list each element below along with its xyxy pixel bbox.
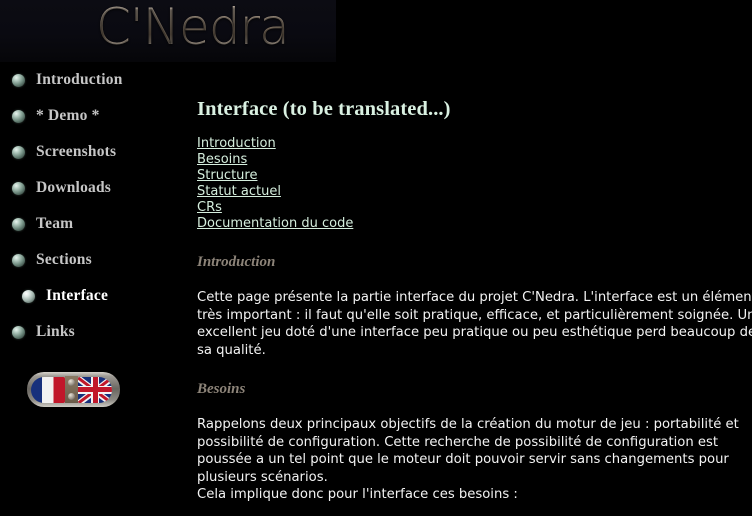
table-of-contents: Introduction Besoins Structure Statut ac… — [197, 136, 752, 232]
language-switcher — [27, 372, 120, 407]
page-title: Interface (to be translated...) — [197, 98, 451, 120]
sidebar-item-label: Sections — [36, 251, 92, 268]
sidebar-item-label: Team — [36, 215, 74, 232]
sidebar-item-label: Downloads — [36, 179, 112, 196]
sidebar-item-links[interactable]: Links — [0, 314, 188, 350]
orb-bullet-icon — [22, 289, 35, 303]
sidebar-item-label: * Demo * — [36, 107, 100, 124]
orb-bullet-icon — [12, 217, 25, 231]
sidebar-item-label: Interface — [46, 287, 109, 304]
rivet-icon — [68, 379, 75, 387]
flag-france-icon[interactable] — [31, 376, 65, 403]
sidebar-item-downloads[interactable]: Downloads — [0, 170, 188, 206]
sidebar-item-label: Introduction — [36, 71, 123, 88]
toc-link-crs[interactable]: CRs — [197, 200, 752, 216]
section-paragraph: Cette page présente la partie interface … — [197, 290, 752, 358]
orb-bullet-icon — [12, 109, 25, 123]
orb-bullet-icon — [12, 145, 25, 159]
toc-link-statut-actuel[interactable]: Statut actuel — [197, 184, 752, 200]
orb-bullet-icon — [12, 73, 25, 87]
sidebar-item-team[interactable]: Team — [0, 206, 188, 242]
sidebar-navigation: Introduction * Demo * Screenshots Downlo… — [0, 62, 188, 516]
sidebar-item-interface[interactable]: Interface — [0, 278, 188, 314]
sidebar-item-label: Screenshots — [36, 143, 117, 160]
section-heading-introduction: Introduction — [197, 254, 276, 270]
sidebar-item-screenshots[interactable]: Screenshots — [0, 134, 188, 170]
orb-bullet-icon — [12, 325, 25, 339]
flag-united-kingdom-icon[interactable] — [78, 376, 112, 403]
toc-link-documentation-du-code[interactable]: Documentation du code — [197, 216, 752, 232]
orb-bullet-icon — [12, 181, 25, 195]
section-paragraph: Cela implique donc pour l'interface ces … — [197, 487, 518, 502]
sidebar-item-label: Links — [36, 323, 75, 340]
toc-link-besoins[interactable]: Besoins — [197, 152, 752, 168]
rivets-decoration — [65, 376, 78, 403]
toc-link-structure[interactable]: Structure — [197, 168, 752, 184]
toc-link-introduction[interactable]: Introduction — [197, 136, 752, 152]
sidebar-item-introduction[interactable]: Introduction — [0, 62, 188, 98]
rivet-icon — [68, 392, 75, 400]
site-header-banner: C'Nedra — [0, 0, 752, 62]
section-paragraph: Rappelons deux principaux objectifs de l… — [197, 417, 739, 485]
sidebar-item-demo[interactable]: * Demo * — [0, 98, 188, 134]
section-heading-besoins: Besoins — [197, 381, 246, 397]
orb-bullet-icon — [12, 253, 25, 267]
sidebar-item-sections[interactable]: Sections — [0, 242, 188, 278]
site-logo[interactable]: C'Nedra — [96, 0, 290, 58]
main-content: Interface (to be translated...) Introduc… — [188, 62, 752, 516]
